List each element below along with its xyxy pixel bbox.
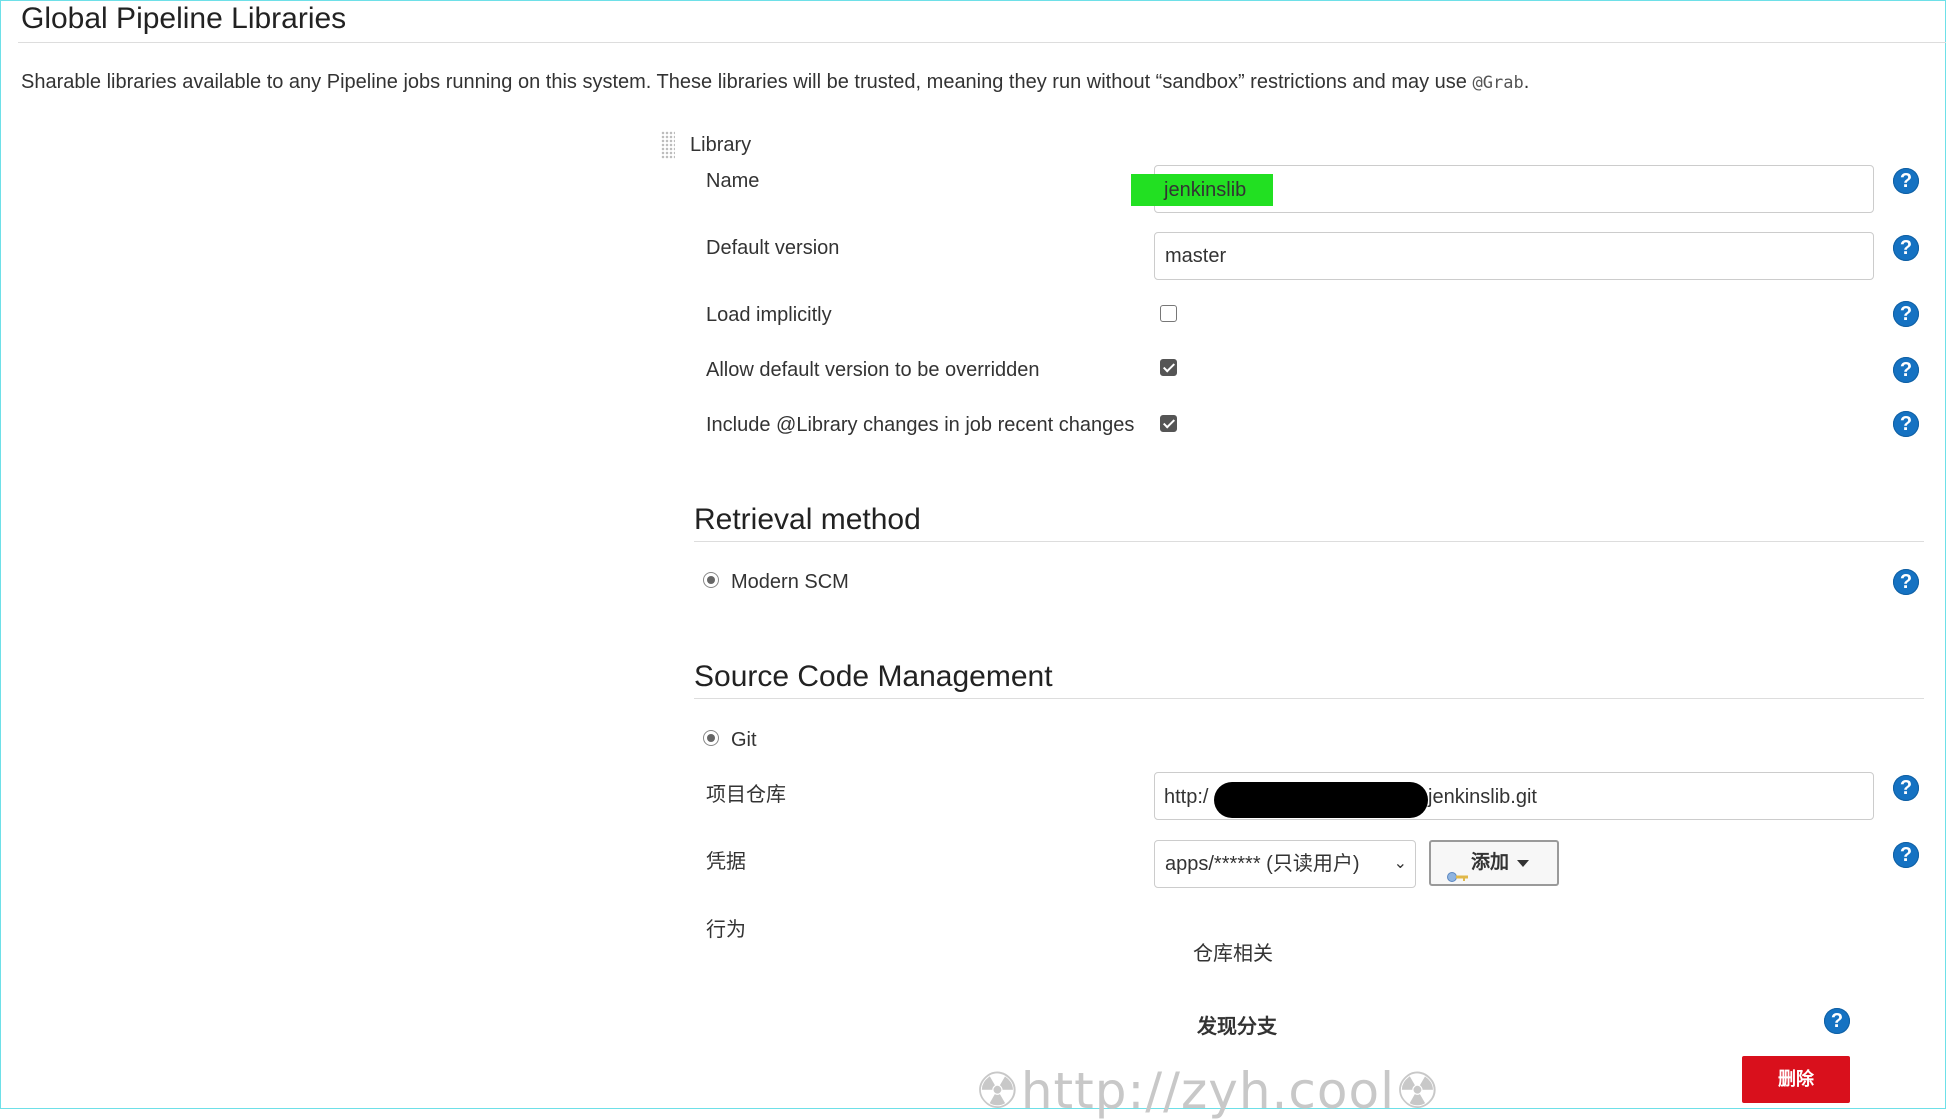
default-version-label: Default version <box>706 237 840 259</box>
help-icon-discover-branches[interactable]: ? <box>1824 1008 1850 1034</box>
help-icon-credentials[interactable]: ? <box>1893 842 1919 868</box>
watermark-text: http://zyh.cool <box>1020 1062 1395 1120</box>
radiation-icon-right: ☢ <box>1394 1062 1441 1120</box>
help-icon-modern-scm[interactable]: ? <box>1893 569 1919 595</box>
repository-suffix: jenkinslib.git <box>1428 786 1537 808</box>
redaction-block <box>1214 782 1428 818</box>
description-code: @Grab <box>1472 73 1524 93</box>
git-radio[interactable] <box>703 730 719 746</box>
add-button-label: 添加 <box>1471 852 1510 873</box>
load-implicitly-checkbox[interactable] <box>1160 305 1177 322</box>
title-divider <box>18 42 1946 43</box>
page-description: Sharable libraries available to any Pipe… <box>21 71 1529 94</box>
repository-label: 项目仓库 <box>706 784 786 806</box>
credentials-select[interactable]: apps/****** (只读用户) ⌄ <box>1154 840 1416 888</box>
modern-scm-radio[interactable] <box>703 572 719 588</box>
watermark: ☢http://zyh.cool☢ <box>975 1062 1441 1120</box>
name-label: Name <box>706 170 760 192</box>
credentials-value: apps/****** (只读用户) <box>1165 853 1360 875</box>
help-icon-default-version[interactable]: ? <box>1893 235 1919 261</box>
modern-scm-label: Modern SCM <box>731 571 849 593</box>
repository-prefix: http:/ <box>1164 786 1209 808</box>
credentials-label: 凭据 <box>706 851 746 873</box>
default-version-input[interactable]: master <box>1154 232 1874 280</box>
retrieval-method-title: Retrieval method <box>694 503 921 536</box>
caret-down-icon <box>1517 860 1529 867</box>
page-title: Global Pipeline Libraries <box>21 2 347 35</box>
allow-override-checkbox[interactable] <box>1160 359 1177 376</box>
help-icon-include-changes[interactable]: ? <box>1893 411 1919 437</box>
key-icon <box>1447 857 1468 882</box>
help-icon-load-implicitly[interactable]: ? <box>1893 301 1919 327</box>
name-value: jenkinslib <box>1164 179 1247 201</box>
behaviors-group-label: 仓库相关 <box>1193 943 1273 965</box>
description-end: . <box>1523 71 1530 93</box>
include-changes-checkbox[interactable] <box>1160 415 1177 432</box>
help-icon-name[interactable]: ? <box>1893 168 1919 194</box>
load-implicitly-label: Load implicitly <box>706 304 832 326</box>
delete-button[interactable]: 删除 <box>1742 1056 1850 1103</box>
scm-title: Source Code Management <box>694 660 1053 693</box>
library-header: Library <box>690 134 752 156</box>
chevron-down-icon: ⌄ <box>1393 855 1407 872</box>
behaviors-label: 行为 <box>706 919 746 941</box>
radiation-icon: ☢ <box>975 1062 1021 1120</box>
retrieval-divider <box>694 541 1924 542</box>
git-label: Git <box>731 729 757 751</box>
description-text: Sharable libraries available to any Pipe… <box>21 71 1467 93</box>
help-icon-allow-override[interactable]: ? <box>1893 357 1919 383</box>
drag-handle-icon[interactable] <box>661 131 675 159</box>
add-credentials-button[interactable]: 添加 <box>1429 840 1559 886</box>
include-changes-label: Include @Library changes in job recent c… <box>706 414 1135 436</box>
help-icon-repository[interactable]: ? <box>1893 775 1919 801</box>
discover-branches-label: 发现分支 <box>1197 1016 1277 1038</box>
allow-override-label: Allow default version to be overridden <box>706 359 1040 381</box>
scm-divider <box>694 698 1924 699</box>
